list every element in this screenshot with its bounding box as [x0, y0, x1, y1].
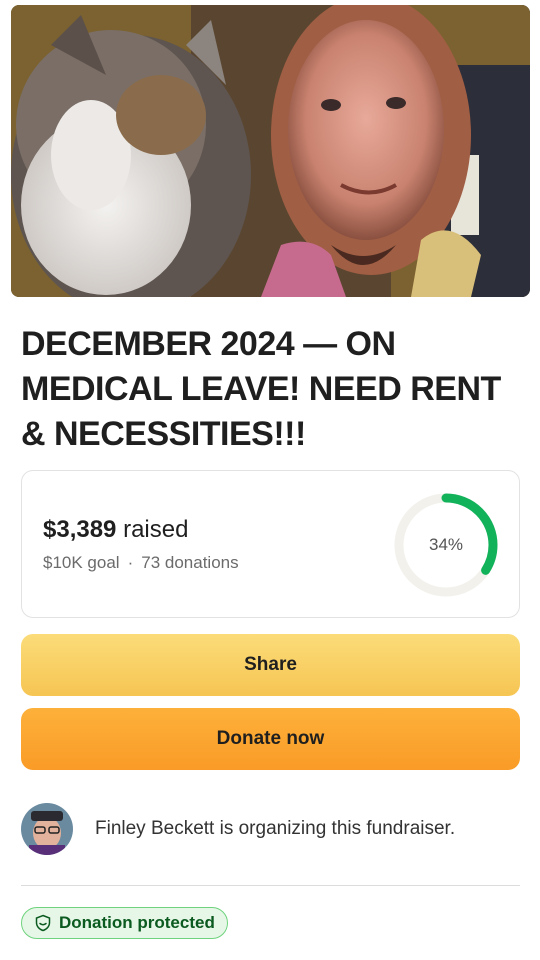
organizer-row[interactable]: Finley Beckett is organizing this fundra…	[21, 802, 520, 856]
progress-percent-label: 34%	[428, 535, 464, 554]
progress-card: $3,389 raised $10K goal · 73 donations 34%	[21, 470, 520, 618]
hero-photo	[11, 5, 530, 297]
raised-suffix: raised	[123, 516, 189, 543]
raised-value: $3,389	[43, 516, 117, 543]
raised-amount: $3,389 raised	[43, 515, 188, 545]
organizer-text: Finley Beckett is organizing this fundra…	[95, 818, 456, 839]
donate-now-button[interactable]: Donate now	[21, 708, 520, 770]
avatar-image	[21, 803, 73, 855]
shield-icon	[35, 914, 51, 932]
campaign-title: DECEMBER 2024 — ON MEDICAL LEAVE! NEED R…	[21, 325, 501, 453]
badge-label: Donation protected	[59, 913, 215, 932]
donations-count: 73 donations	[141, 553, 239, 572]
donation-protected-badge[interactable]: Donation protected	[21, 907, 228, 939]
section-divider	[21, 885, 520, 886]
goal-text: $10K goal	[43, 553, 120, 572]
campaign-hero-image[interactable]	[11, 5, 530, 297]
organizer-avatar[interactable]	[21, 803, 73, 855]
separator-dot: ·	[127, 553, 134, 572]
goal-and-donations: $10K goal · 73 donations	[43, 553, 239, 573]
share-button[interactable]: Share	[21, 634, 520, 696]
